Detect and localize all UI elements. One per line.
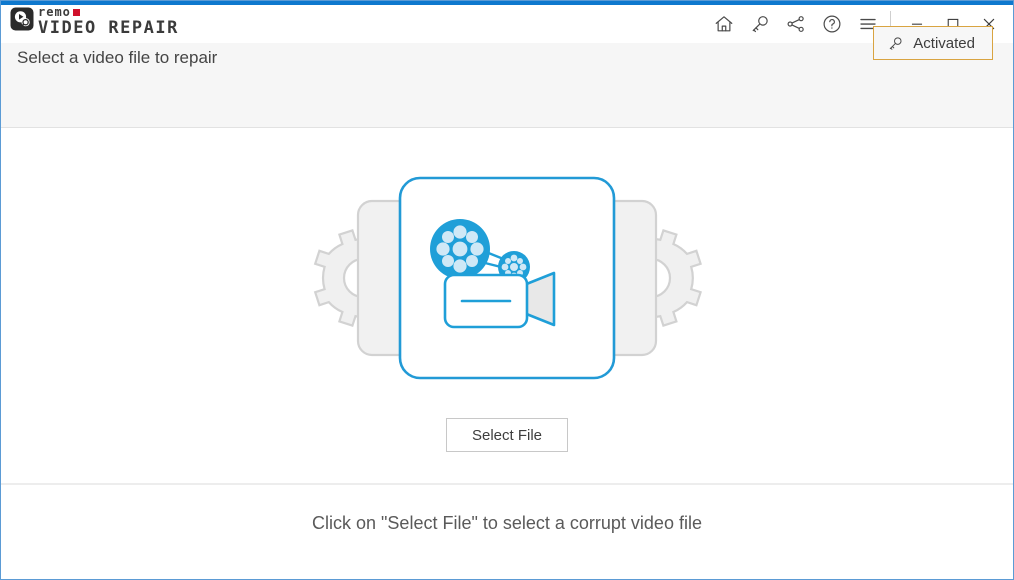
brand-name: remo [38, 4, 71, 19]
key-icon [890, 36, 902, 50]
video-repair-illustration [297, 175, 717, 381]
page-title: Select a video file to repair [17, 48, 218, 67]
brand-red-dot [72, 8, 80, 16]
share-icon[interactable] [778, 8, 814, 40]
footer-hint: Click on "Select File" to select a corru… [312, 513, 702, 533]
brand-wordmark: remo VIDEO REPAIR [38, 4, 179, 38]
brand-product-title: VIDEO REPAIR [38, 18, 179, 38]
app-window: remo VIDEO REPAIR Select a video file to… [0, 0, 1014, 580]
help-icon[interactable] [814, 8, 850, 40]
remo-logo-icon [10, 7, 34, 31]
footer-area: Click on "Select File" to select a corru… [1, 485, 1013, 578]
activated-button[interactable]: Activated [873, 26, 993, 60]
select-file-label: Select File [471, 426, 543, 444]
activated-label: Activated [913, 34, 975, 52]
select-file-button[interactable]: Select File [446, 418, 568, 452]
brand-logo: remo VIDEO REPAIR [1, 5, 179, 43]
top-accent-bar [1, 0, 1013, 5]
title-bar: remo VIDEO REPAIR [1, 5, 1013, 43]
home-icon[interactable] [706, 8, 742, 40]
key-icon[interactable] [742, 8, 778, 40]
main-content: Select File [1, 128, 1013, 484]
